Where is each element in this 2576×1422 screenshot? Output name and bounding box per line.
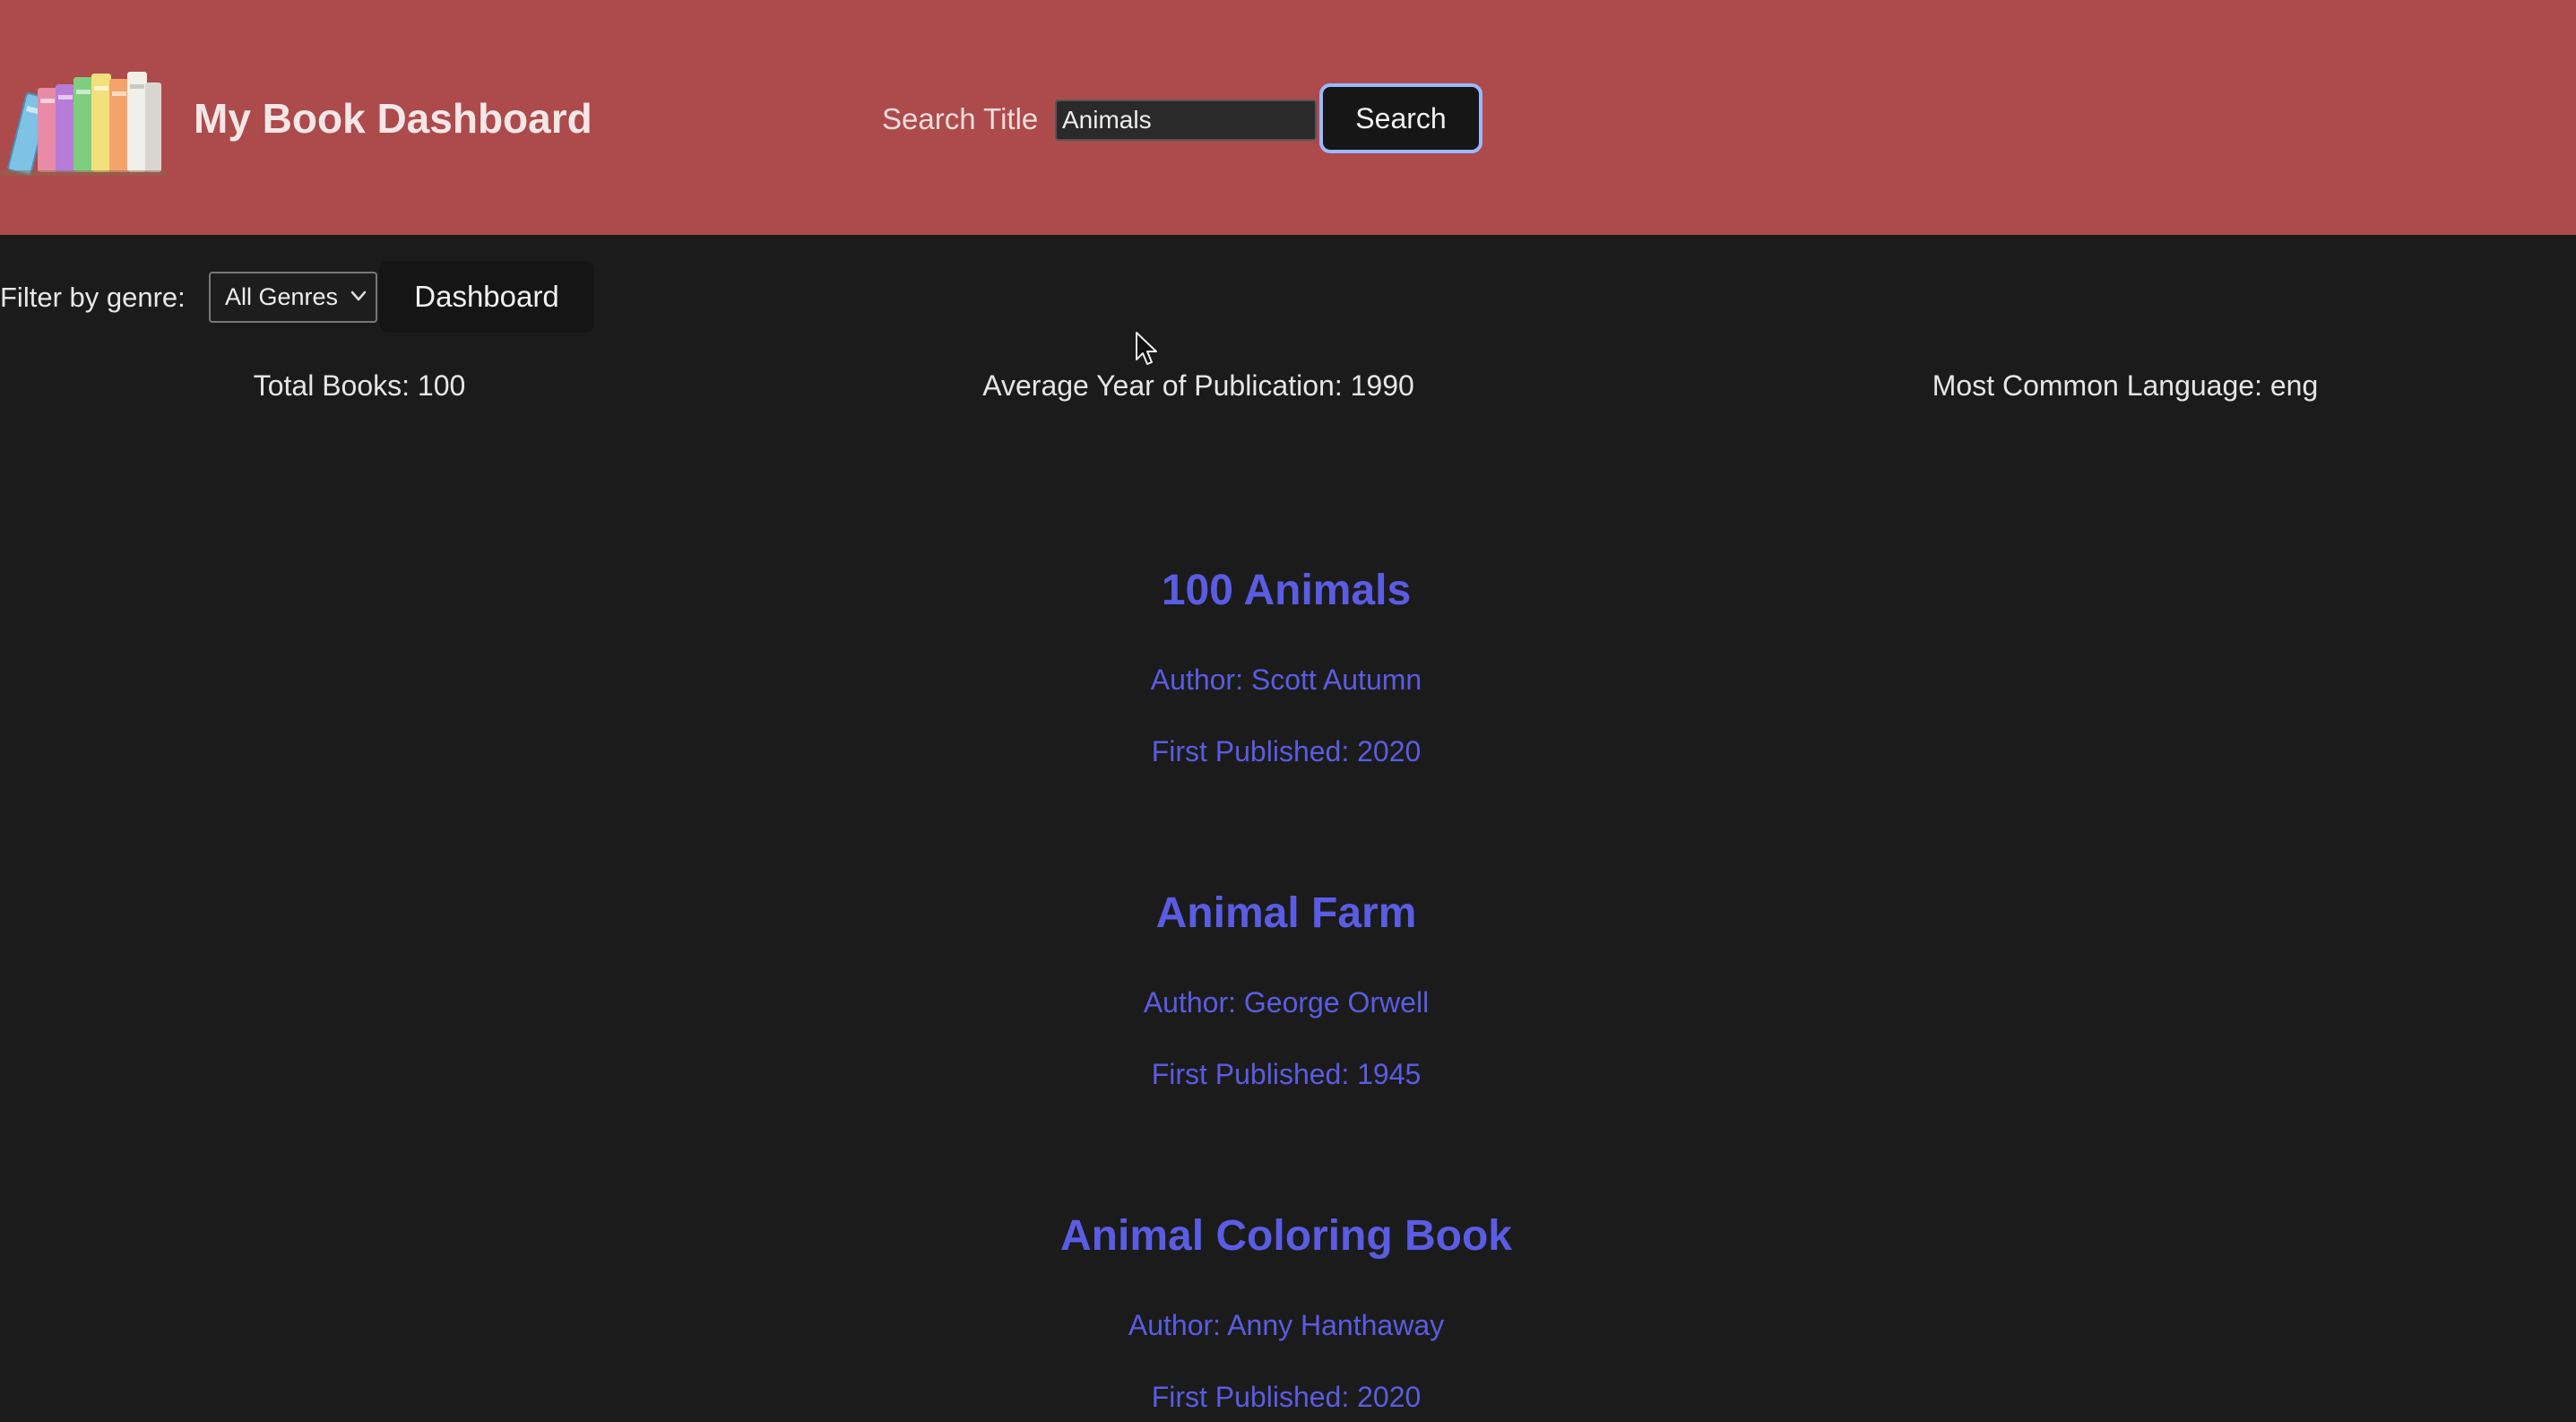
chevron-down-icon: [350, 290, 367, 301]
average-year-stat: Average Year of Publication: 1990: [982, 369, 1414, 402]
book-author: Author: George Orwell: [1143, 986, 1430, 1019]
common-language-stat: Most Common Language: eng: [1932, 369, 2319, 402]
genre-select-value: All Genres: [225, 283, 339, 310]
book-title[interactable]: 100 Animals: [1162, 565, 1411, 617]
total-books-stat: Total Books: 100: [253, 369, 466, 402]
book-author: Author: Scott Autumn: [1150, 663, 1422, 696]
books-icon: [0, 72, 166, 176]
search-input[interactable]: [1055, 100, 1317, 141]
search-button[interactable]: Search: [1319, 83, 1482, 153]
book-published: First Published: 2020: [1151, 1381, 1422, 1413]
search-title-label: Search Title: [882, 102, 1039, 135]
genre-select[interactable]: All Genres: [209, 272, 377, 323]
filter-genre-label: Filter by genre:: [0, 282, 186, 313]
header-bar: My Book Dashboard Search Title Search: [0, 0, 2576, 235]
mouse-cursor-icon: [1136, 332, 1157, 365]
book-author: Author: Anny Hanthaway: [1128, 1309, 1445, 1341]
dashboard-button[interactable]: Dashboard: [379, 261, 594, 333]
book-published: First Published: 2020: [1151, 735, 1422, 767]
book-published: First Published: 1945: [1151, 1058, 1422, 1090]
app-title: My Book Dashboard: [194, 95, 592, 142]
book-title[interactable]: Animal Coloring Book: [1060, 1210, 1512, 1262]
book-title[interactable]: Animal Farm: [1156, 888, 1417, 940]
